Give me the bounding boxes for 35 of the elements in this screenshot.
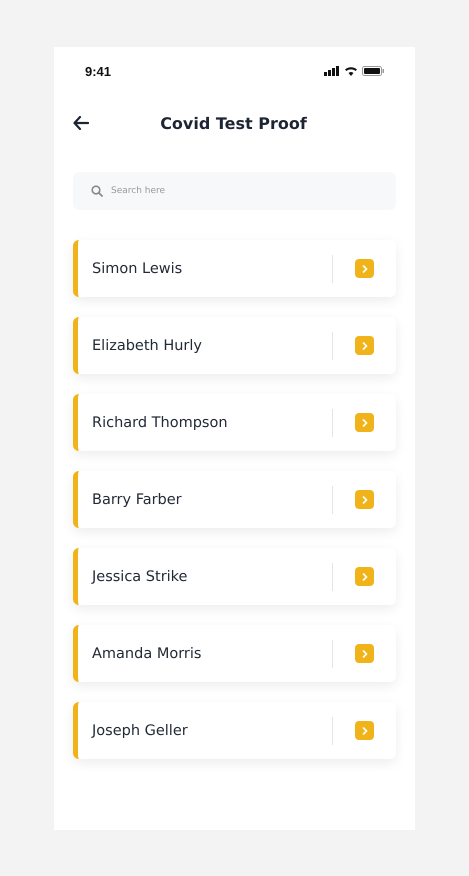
chevron-right-icon: [362, 726, 368, 734]
chevron-right-icon: [362, 418, 368, 426]
person-card[interactable]: Elizabeth Hurly: [73, 317, 396, 374]
person-name: Amanda Morris: [92, 646, 202, 662]
chevron-right-icon: [362, 572, 368, 580]
search-field[interactable]: Search here: [73, 172, 396, 210]
signal-icon: [324, 66, 340, 76]
open-button[interactable]: [355, 259, 374, 278]
chevron-right-icon: [362, 496, 368, 504]
person-card[interactable]: Barry Farber: [73, 471, 396, 528]
open-button[interactable]: [355, 413, 374, 432]
open-button[interactable]: [355, 567, 374, 586]
person-card[interactable]: Joseph Geller: [73, 702, 396, 759]
person-card[interactable]: Richard Thompson: [73, 394, 396, 451]
battery-icon: [362, 66, 384, 76]
wifi-icon: [344, 66, 358, 76]
person-name: Elizabeth Hurly: [92, 338, 203, 354]
person-name: Joseph Geller: [92, 722, 189, 738]
chevron-right-icon: [362, 264, 368, 272]
person-name: Simon Lewis: [92, 260, 184, 276]
open-button[interactable]: [355, 644, 374, 663]
person-name: Barry Farber: [92, 492, 183, 508]
open-button[interactable]: [355, 336, 374, 355]
person-card[interactable]: Simon Lewis: [73, 240, 396, 297]
open-button[interactable]: [355, 721, 374, 740]
person-name: Richard Thompson: [92, 414, 229, 430]
status-time: 9:41: [85, 64, 112, 78]
page-title: Covid Test Proof: [159, 114, 308, 132]
person-name: Jessica Strike: [92, 568, 188, 584]
open-button[interactable]: [355, 490, 374, 509]
person-card[interactable]: Amanda Morris: [73, 625, 396, 682]
chevron-right-icon: [362, 650, 368, 658]
back-arrow-icon[interactable]: [73, 116, 89, 130]
chevron-right-icon: [362, 342, 368, 350]
person-card[interactable]: Jessica Strike: [73, 548, 396, 605]
